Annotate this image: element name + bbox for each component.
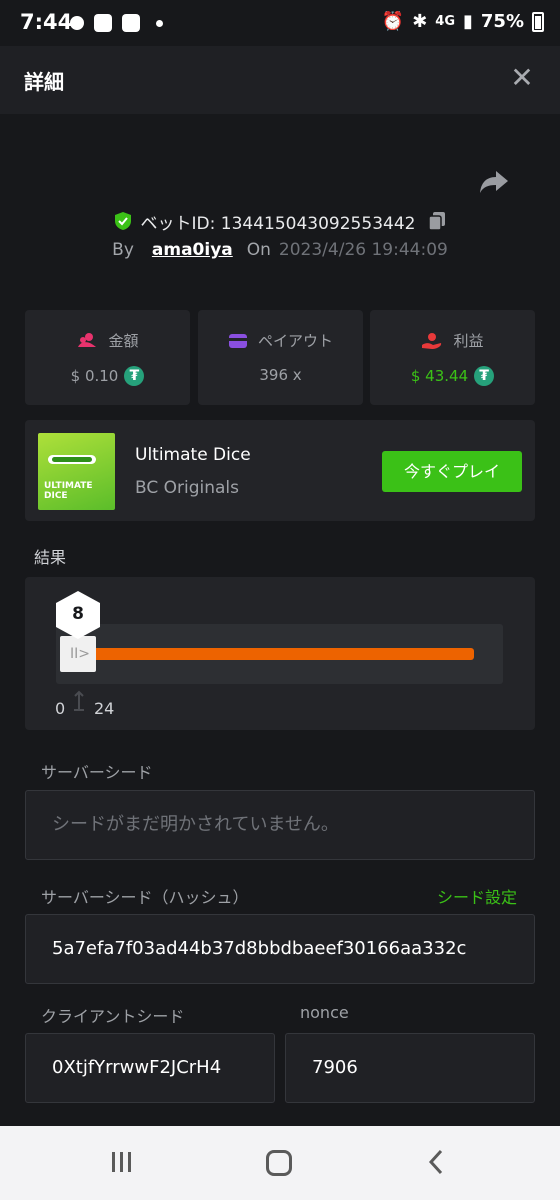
drag-handle-icon: II> <box>70 646 90 662</box>
result-label: 結果 <box>34 548 67 567</box>
range-min: 0 <box>55 699 66 718</box>
client-seed-field[interactable]: 0XtjfYrrwwF2JCrH4 <box>25 1033 275 1103</box>
game-name[interactable]: Ultimate Dice <box>135 445 251 465</box>
server-seed-field[interactable]: シードがまだ明かされていません。 <box>25 790 535 860</box>
network-type: 4G <box>435 14 455 29</box>
game-card: ULTIMATE DICE Ultimate Dice BC Originals… <box>25 420 535 521</box>
status-bar: 7:44 ⏰ ✱ 4G ▮ 75% <box>0 0 560 46</box>
server-hash-label: サーバーシード（ハッシュ） <box>41 888 249 907</box>
stat-value: 396 x <box>259 366 302 384</box>
signal-icon: ▮ <box>463 11 473 32</box>
bet-id-row: ベットID: 134415043092553442 <box>0 206 560 236</box>
alarm-icon: ⏰ <box>381 11 405 32</box>
bet-date: 2023/4/26 19:44:09 <box>278 240 448 260</box>
more-notifications-icon <box>156 19 163 27</box>
checkbox-icon <box>122 14 140 32</box>
slider-handle[interactable]: II> <box>60 636 96 672</box>
seed-settings-link[interactable]: シード設定 <box>437 884 517 908</box>
stat-card-amount: 金額 $ 0.10 ₮ <box>25 310 190 405</box>
stat-label: ペイアウト <box>257 332 333 350</box>
bluetooth-icon: ✱ <box>412 11 428 32</box>
home-icon[interactable] <box>266 1150 292 1176</box>
share-icon[interactable] <box>478 165 510 197</box>
username-link[interactable]: ama0iya <box>152 240 233 260</box>
result-panel: II> 8 0 24 <box>25 577 535 730</box>
copy-icon[interactable] <box>427 211 447 231</box>
range-fill <box>92 648 474 660</box>
game-provider: BC Originals <box>135 478 240 498</box>
nonce-field[interactable]: 7906 <box>285 1033 535 1103</box>
stat-card-profit: 利益 $ 43.44 ₮ <box>370 310 535 405</box>
tether-icon: ₮ <box>124 366 145 386</box>
battery-icon <box>532 11 544 32</box>
status-time: 7:44 <box>20 10 73 34</box>
profit-icon <box>422 332 442 349</box>
page-title: 詳細 <box>24 70 64 94</box>
system-icons: ⏰ ✱ 4G ▮ 75% <box>382 11 544 32</box>
on-label: On <box>246 240 271 260</box>
game-thumbnail[interactable]: ULTIMATE DICE <box>38 433 115 510</box>
chat-icon <box>70 16 84 30</box>
stat-card-payout: ペイアウト 396 x <box>198 310 363 405</box>
app-icon <box>94 14 112 32</box>
client-seed-label: クライアントシード <box>41 1007 185 1026</box>
result-number: 8 <box>72 604 84 624</box>
system-nav-bar <box>0 1126 560 1200</box>
stat-label: 金額 <box>108 332 139 350</box>
stat-value: $ 43.44 <box>410 367 469 385</box>
nonce-label: nonce <box>300 1003 349 1022</box>
arrow-up-icon <box>74 690 84 711</box>
play-now-button[interactable]: 今すぐプレイ <box>382 451 522 492</box>
range-max: 24 <box>94 699 115 718</box>
stat-label: 利益 <box>453 332 484 350</box>
wallet-icon <box>228 333 247 348</box>
stat-value: $ 0.10 <box>70 367 119 385</box>
back-icon[interactable] <box>424 1148 448 1176</box>
shield-check-icon <box>114 212 131 230</box>
thumb-bar-inner <box>52 457 92 462</box>
tether-icon: ₮ <box>474 366 495 386</box>
bet-meta-row: By ama0iya On 2023/4/26 19:44:09 <box>0 240 560 260</box>
dice-track: II> <box>56 624 503 684</box>
thumb-title: ULTIMATE DICE <box>44 481 93 501</box>
bet-id: ベットID: 134415043092553442 <box>140 213 416 234</box>
battery-percent: 75% <box>480 11 524 32</box>
notification-icons <box>70 14 163 32</box>
server-hash-field[interactable]: 5a7efa7f03ad44b37d8bbdbaeef30166aa332c <box>25 914 535 984</box>
modal-header: 詳細 ✕ <box>0 46 560 114</box>
server-seed-label: サーバーシード <box>41 763 153 782</box>
coins-icon <box>78 332 97 347</box>
by-label: By <box>112 240 134 260</box>
close-icon[interactable]: ✕ <box>508 64 536 92</box>
recent-apps-icon[interactable] <box>110 1150 134 1174</box>
